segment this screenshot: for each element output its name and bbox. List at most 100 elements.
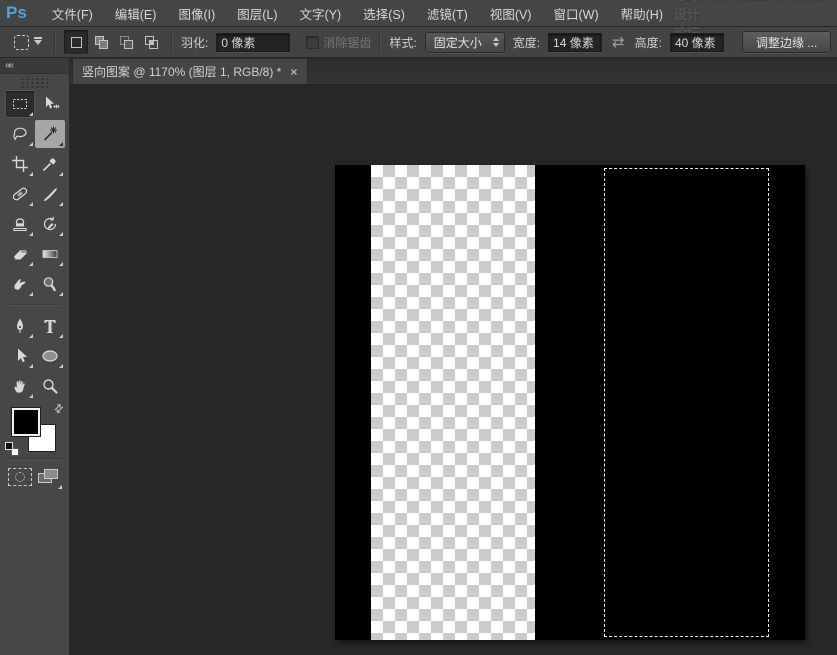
chevron-down-icon [34, 40, 42, 45]
marching-ants-selection[interactable] [604, 168, 769, 637]
history-brush-icon [40, 214, 60, 234]
tools-grid [0, 90, 69, 400]
rectangular-marquee-icon [10, 94, 30, 114]
clone-stamp-tool[interactable] [5, 210, 35, 238]
eyedropper-icon [40, 154, 60, 174]
hand-icon [10, 376, 30, 396]
pen-tool[interactable] [5, 312, 35, 340]
path-selection-tool[interactable] [5, 342, 35, 370]
ellipse-tool[interactable] [35, 342, 65, 370]
collapse-panel-button[interactable]: «« [0, 58, 69, 74]
canvas-workspace[interactable] [70, 85, 837, 655]
default-colors-icon[interactable] [5, 442, 19, 456]
foreground-color-swatch[interactable] [12, 408, 40, 436]
menu-type[interactable]: 文字(Y) [289, 4, 353, 23]
hand-tool[interactable] [5, 372, 35, 400]
screen-mode-button[interactable] [37, 468, 61, 486]
rectangular-marquee-tool[interactable] [5, 90, 35, 118]
add-to-selection-icon [93, 34, 110, 51]
menu-select[interactable]: 选择(S) [352, 4, 416, 23]
history-brush-tool[interactable] [35, 210, 65, 238]
menu-edit[interactable]: 编辑(E) [104, 4, 168, 23]
transparent-checkerboard-strip [371, 165, 535, 640]
ellipse-icon [40, 346, 60, 366]
crop-icon [10, 154, 30, 174]
selection-mode-group [64, 30, 163, 54]
document-tab-title: 竖向图案 @ 1170% (图层 1, RGB/8) * [82, 63, 281, 80]
dodge-tool[interactable] [35, 270, 65, 298]
close-icon[interactable]: × [289, 65, 298, 79]
brush-icon [40, 184, 60, 204]
magic-wand-icon [40, 124, 60, 144]
menu-layer[interactable]: 图层(L) [226, 4, 288, 23]
menu-help[interactable]: 帮助(H) [610, 4, 674, 23]
intersect-with-selection-button[interactable] [139, 30, 163, 54]
document-tab[interactable]: 竖向图案 @ 1170% (图层 1, RGB/8) * × [72, 59, 308, 84]
style-dropdown-value: 固定大小 [434, 34, 482, 51]
pen-icon [10, 316, 30, 336]
watermark-site-url: WWW.MISSYUAN.COM [709, 0, 829, 3]
move-tool[interactable] [35, 90, 65, 118]
quick-mask-button[interactable] [8, 468, 32, 486]
height-label: 高度: [635, 34, 662, 51]
panel-grip[interactable] [20, 77, 50, 88]
toolbar-divider [11, 304, 59, 306]
document-area: 竖向图案 @ 1170% (图层 1, RGB/8) * × [70, 58, 837, 655]
eyedropper-tool[interactable] [35, 150, 65, 178]
smudge-tool[interactable] [5, 270, 35, 298]
menu-image[interactable]: 图像(I) [167, 4, 226, 23]
divider [54, 30, 56, 54]
toolbar-divider [6, 458, 63, 460]
magic-wand-tool[interactable] [35, 120, 65, 148]
tool-preset-picker[interactable] [10, 33, 46, 52]
add-to-selection-button[interactable] [89, 30, 113, 54]
photoshop-logo: Ps [6, 3, 27, 23]
menu-filter[interactable]: 滤镜(T) [416, 4, 479, 23]
crop-tool[interactable] [5, 150, 35, 178]
new-selection-icon [68, 34, 85, 51]
brush-tool[interactable] [35, 180, 65, 208]
lasso-tool[interactable] [5, 120, 35, 148]
main-area: «« [0, 58, 837, 655]
antialias-label: 消除锯齿 [323, 34, 371, 51]
swap-width-height-icon[interactable]: ⇄ [610, 33, 627, 51]
smudge-icon [10, 274, 30, 294]
style-label: 样式: [389, 34, 416, 51]
new-selection-button[interactable] [64, 30, 88, 54]
document-canvas[interactable] [335, 165, 805, 640]
menu-view[interactable]: 视图(V) [479, 4, 543, 23]
height-input[interactable] [670, 33, 724, 52]
healing-brush-tool[interactable] [5, 180, 35, 208]
move-tool-icon [40, 94, 60, 114]
menu-file[interactable]: 文件(F) [41, 4, 104, 23]
black-strip-left [335, 165, 371, 640]
feather-input[interactable] [216, 33, 290, 52]
type-tool[interactable] [35, 312, 65, 340]
style-dropdown[interactable]: 固定大小 [425, 32, 505, 53]
path-selection-icon [10, 346, 30, 366]
lasso-icon [10, 124, 30, 144]
clone-stamp-icon [10, 214, 30, 234]
zoom-tool[interactable] [35, 372, 65, 400]
toolbar-bottom-buttons [0, 464, 69, 486]
dodge-icon [40, 274, 60, 294]
subtract-from-selection-button[interactable] [114, 30, 138, 54]
swap-colors-icon[interactable]: ⇄ [51, 401, 67, 417]
gradient-tool[interactable] [35, 240, 65, 268]
black-area-right [535, 165, 805, 640]
rectangular-marquee-icon [14, 35, 29, 50]
type-icon [40, 316, 60, 336]
healing-brush-icon [10, 184, 30, 204]
eraser-tool[interactable] [5, 240, 35, 268]
refine-edge-button[interactable]: 调整边缘 ... [742, 31, 831, 53]
antialias-checkbox [306, 36, 319, 49]
subtract-from-selection-icon [118, 34, 135, 51]
menu-window[interactable]: 窗口(W) [543, 4, 610, 23]
zoom-icon [40, 376, 60, 396]
width-input[interactable] [548, 33, 602, 52]
feather-label: 羽化: [181, 34, 208, 51]
tools-panel: «« [0, 58, 70, 655]
document-tab-bar: 竖向图案 @ 1170% (图层 1, RGB/8) * × [70, 58, 837, 85]
intersect-with-selection-icon [143, 34, 160, 51]
width-label: 宽度: [513, 34, 540, 51]
